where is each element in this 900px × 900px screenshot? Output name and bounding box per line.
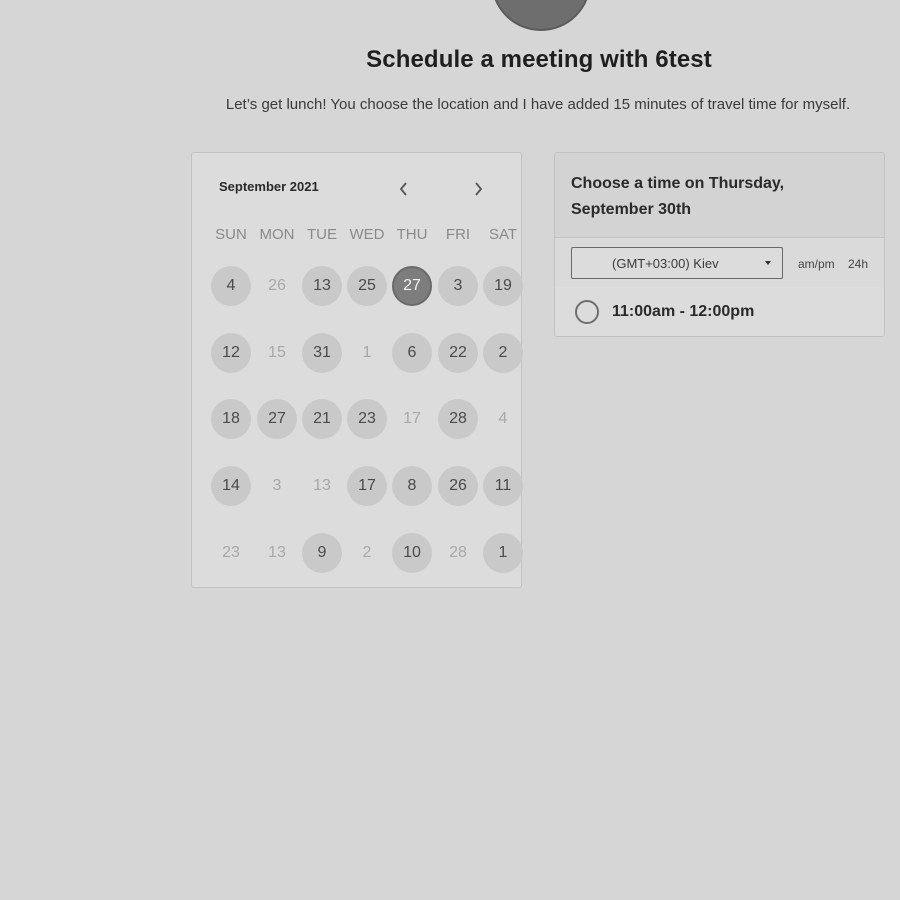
calendar-day-available[interactable]: 13 [302,266,342,306]
previous-month-button[interactable] [392,177,416,201]
calendar-day-available[interactable]: 25 [347,266,387,306]
calendar-day-available[interactable]: 9 [302,533,342,573]
calendar-day-available[interactable]: 17 [347,466,387,506]
calendar-day-available[interactable]: 14 [211,466,251,506]
calendar-day-unavailable: 17 [403,410,421,427]
calendar-day-unavailable: 3 [272,477,282,494]
calendar-day-available[interactable]: 1 [483,533,523,573]
weekday-label: WED [349,226,385,243]
weekday-label: TUE [307,226,337,243]
weekday-label: THU [396,226,428,243]
timezone-value: (GMT+03:00) Kiev [612,255,719,271]
calendar-day-available[interactable]: 26 [438,466,478,506]
calendar-day-unavailable: 13 [313,477,331,494]
calendar-day-available[interactable]: 8 [392,466,432,506]
calendar-day-unavailable: 15 [268,344,286,361]
calendar-day-unavailable: 2 [362,544,372,561]
page-description: Let’s get lunch! You choose the location… [225,96,851,113]
calendar-day-available[interactable]: 31 [302,333,342,373]
calendar-day-available[interactable]: 6 [392,333,432,373]
calendar-day-available[interactable]: 21 [302,399,342,439]
host-avatar [491,0,591,31]
calendar-month-label: September 2021 [219,179,319,194]
time-slot-option[interactable]: 11:00am - 12:00pm [555,287,884,336]
calendar-day-unavailable: 23 [222,544,240,561]
calendar-day-unavailable: 26 [268,277,286,294]
weekday-label: FRI [445,226,471,243]
calendar-day-available[interactable]: 4 [211,266,251,306]
weekday-label: SUN [215,226,247,243]
time-panel-header: Choose a time on Thursday, September 30t… [555,153,884,238]
caret-down-icon [765,261,771,265]
time-slot-panel: Choose a time on Thursday, September 30t… [554,152,885,337]
calendar-day-available[interactable]: 22 [438,333,478,373]
calendar-day-available[interactable]: 19 [483,266,523,306]
calendar-day-available[interactable]: 28 [438,399,478,439]
chevron-right-icon [475,182,483,196]
calendar-day-available[interactable]: 2 [483,333,523,373]
calendar-day-available[interactable]: 23 [347,399,387,439]
page-title: Schedule a meeting with 6test [366,46,712,73]
calendar-day-selected[interactable]: 27 [392,266,432,306]
calendar-day-available[interactable]: 11 [483,466,523,506]
date-picker-calendar: September 2021 SUN MON TUE WED THU FRI SAT 4 26… [191,152,523,588]
weekday-label: MON [259,226,295,243]
24h-format-toggle[interactable]: 24h [848,257,868,271]
radio-button-icon[interactable] [575,300,599,324]
timezone-select[interactable]: (GMT+03:00) Kiev [571,247,783,279]
calendar-day-unavailable: 1 [362,344,372,361]
weekday-label: SAT [488,226,518,243]
time-slot-label: 11:00am - 12:00pm [612,303,755,320]
calendar-day-unavailable: 13 [268,544,286,561]
ampm-format-toggle[interactable]: am/pm [798,257,835,271]
calendar-day-available[interactable]: 12 [211,333,251,373]
next-month-button[interactable] [466,177,490,201]
calendar-day-unavailable: 28 [449,544,467,561]
chevron-left-icon [399,182,407,196]
calendar-day-available[interactable]: 27 [257,399,297,439]
calendar-day-available[interactable]: 10 [392,533,432,573]
calendar-day-available[interactable]: 3 [438,266,478,306]
calendar-day-available[interactable]: 18 [211,399,251,439]
calendar-day-unavailable: 4 [498,410,508,427]
time-panel-heading: Choose a time on Thursday, September 30t… [571,175,785,218]
